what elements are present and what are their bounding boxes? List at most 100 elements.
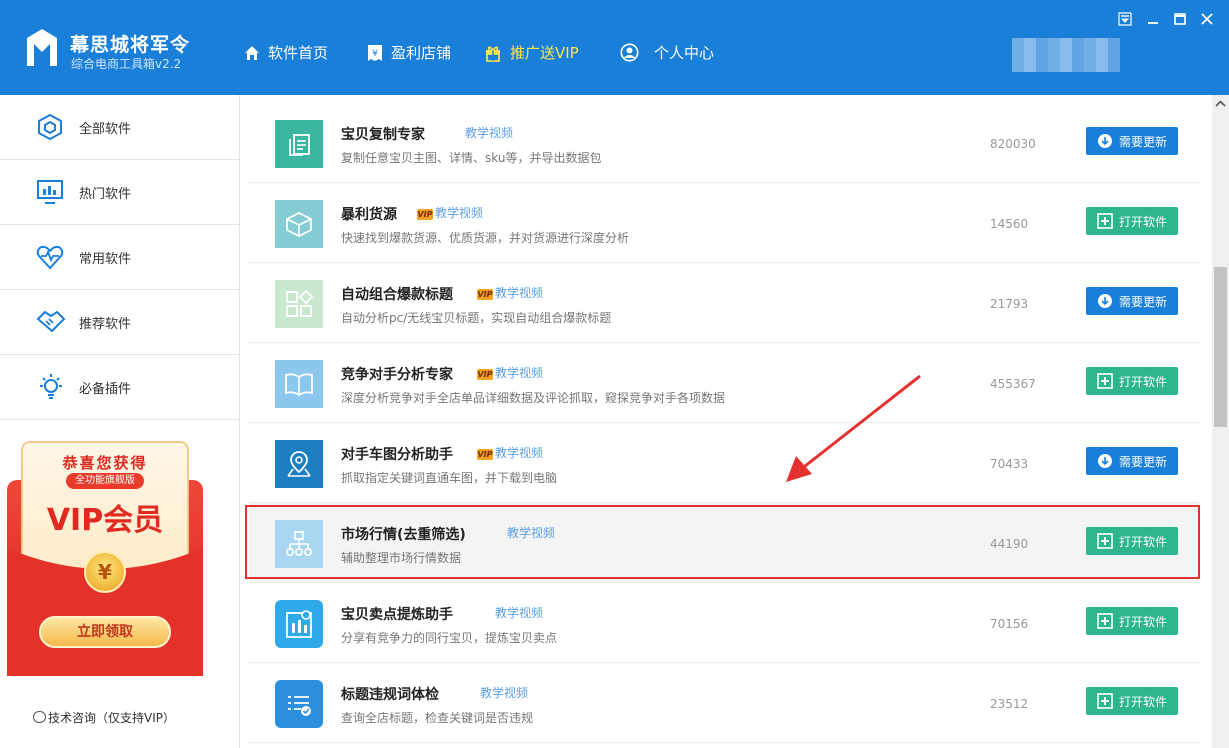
dropdown-menu-icon[interactable] [1118,12,1132,26]
promo-headline: 恭喜您获得 [62,454,148,472]
open-button[interactable]: 打开软件 [1086,367,1178,395]
nav-vip-label: 推广送VIP [510,44,579,62]
scrollbar-thumb[interactable] [1214,267,1227,427]
coin-icon: ¥ [84,551,126,593]
nav-home-label: 软件首页 [268,44,329,62]
open-button-label: 打开软件 [1118,374,1167,389]
tutorial-link[interactable]: 教学视频 [495,604,543,621]
tutorial-link[interactable]: 教学视频 [495,284,543,301]
tutorial-link[interactable]: 教学视频 [495,444,543,461]
close-icon[interactable] [1200,12,1214,26]
bulb-icon [40,374,62,399]
tutorial-link[interactable]: 教学视频 [507,524,555,541]
open-button[interactable]: 打开软件 [1086,687,1178,715]
download-count: 820030 [990,137,1036,151]
sidebar-item-common[interactable]: 常用软件 [0,225,239,290]
software-name: 标题违规词体检 [341,687,439,703]
download-count: 14560 [990,217,1029,231]
download-count: 455367 [990,377,1036,391]
software-desc: 抓取指定关键词直通车图，并下载到电脑 [341,471,558,485]
support-link[interactable]: 技术咨询（仅支持VIP） [33,709,175,726]
tutorial-link[interactable]: 教学视频 [435,204,483,221]
grid-shapes-icon [275,280,323,328]
map-pin-icon [275,440,323,488]
support-label: 技术咨询（仅支持VIP） [48,711,175,725]
list-item: 标题违规词体检 教学视频 查询全店标题，检查关键词是否违规 23512 打开软件 [249,663,1199,743]
download-count: 70156 [990,617,1029,631]
sidebar-item-label: 必备插件 [79,381,132,397]
plus-box-icon [1097,533,1113,549]
bar-search-icon [275,600,323,648]
open-button[interactable]: 打开软件 [1086,527,1178,555]
list-item: 暴利货源 VIP 教学视频 快速找到爆款货源、优质货源，并对货源进行深度分析 1… [249,183,1199,263]
user-avatar-blurred[interactable] [1012,38,1120,72]
download-icon [1097,294,1112,308]
box-icon [275,200,323,248]
minimize-icon[interactable] [1146,12,1160,26]
software-list: 宝贝复制专家 教学视频 复制任意宝贝主图、详情、sku等，并导出数据包 8200… [241,95,1212,748]
open-button-label: 打开软件 [1118,614,1167,629]
cube-icon [38,113,62,141]
list-item: 宝贝复制专家 教学视频 复制任意宝贝主图、详情、sku等，并导出数据包 8200… [249,103,1199,183]
user-icon [620,43,639,62]
software-desc: 复制任意宝贝主图、详情、sku等，并导出数据包 [341,151,602,165]
software-name: 自动组合爆款标题 [341,287,453,303]
svg-text:¥: ¥ [372,49,378,59]
scroll-up-icon[interactable] [1212,97,1229,111]
annotation-arrow [786,374,921,482]
nav-profile[interactable]: 个人中心 [620,42,714,63]
sidebar-item-hot[interactable]: 热门软件 [0,160,239,225]
copy-doc-icon [275,120,323,168]
plus-box-icon [1097,213,1113,229]
nav-vip[interactable]: 推广送VIP [484,42,579,63]
vip-badge: VIP [477,369,493,380]
download-count: 23512 [990,697,1029,711]
claim-button[interactable]: 立即领取 [39,616,171,648]
gift-icon [486,46,500,62]
software-name: 暴利货源 [341,207,397,223]
vip-promo-banner[interactable]: 恭喜您获得 全功能旗舰版 VIP会员 ¥ 立即领取 [4,440,206,680]
download-count: 44190 [990,537,1029,551]
update-button[interactable]: 需要更新 [1086,447,1178,475]
sidebar: 全部软件 热门软件 常用软件 推荐软件 必备插件 恭喜您获得 全功能旗舰版 VI… [0,95,240,748]
org-chart-icon [275,520,323,568]
nav-shop-label: 盈利店铺 [391,44,452,62]
sidebar-item-label: 热门软件 [79,186,132,202]
open-button[interactable]: 打开软件 [1086,207,1178,235]
plus-box-icon [1097,613,1113,629]
tutorial-link[interactable]: 教学视频 [465,124,513,141]
list-item: 宝贝卖点提炼助手 教学视频 分享有竞争力的同行宝贝，提炼宝贝卖点 70156 打… [249,583,1199,663]
app-logo-icon [27,29,57,66]
maximize-icon[interactable] [1173,12,1187,26]
plus-box-icon [1097,693,1113,709]
sidebar-item-label: 全部软件 [79,121,132,137]
plus-box-icon [1097,373,1113,389]
vip-badge: VIP [417,209,433,220]
chart-icon [37,180,63,204]
software-desc: 深度分析竞争对手全店单品详细数据及评论抓取，窥探竞争对手各项数据 [341,391,726,405]
tutorial-link[interactable]: 教学视频 [480,684,528,701]
update-button[interactable]: 需要更新 [1086,287,1178,315]
sidebar-item-recommend[interactable]: 推荐软件 [0,290,239,355]
book-icon [275,360,323,408]
nav-home[interactable]: 软件首页 [244,42,328,63]
home-icon [245,45,259,60]
checklist-icon [275,680,323,728]
coin-symbol: ¥ [98,560,112,584]
sidebar-item-plugins[interactable]: 必备插件 [0,355,239,420]
download-icon [1097,454,1112,468]
update-button-label: 需要更新 [1118,134,1167,149]
software-name: 市场行情(去重筛选) [341,527,466,543]
download-count: 21793 [990,297,1029,311]
nav-shop[interactable]: ¥ 盈利店铺 [367,42,451,63]
download-count: 70433 [990,457,1029,471]
tutorial-link[interactable]: 教学视频 [495,364,543,381]
list-item: 竞争对手分析专家 VIP 教学视频 深度分析竞争对手全店单品详细数据及评论抓取，… [249,343,1199,423]
update-button[interactable]: 需要更新 [1086,127,1178,155]
sidebar-item-all[interactable]: 全部软件 [0,95,239,160]
software-name: 宝贝卖点提炼助手 [341,607,453,623]
software-desc: 分享有竞争力的同行宝贝，提炼宝贝卖点 [341,631,558,645]
open-button[interactable]: 打开软件 [1086,607,1178,635]
update-button-label: 需要更新 [1118,454,1167,469]
app-title: 幕思城将军令 [70,34,191,56]
